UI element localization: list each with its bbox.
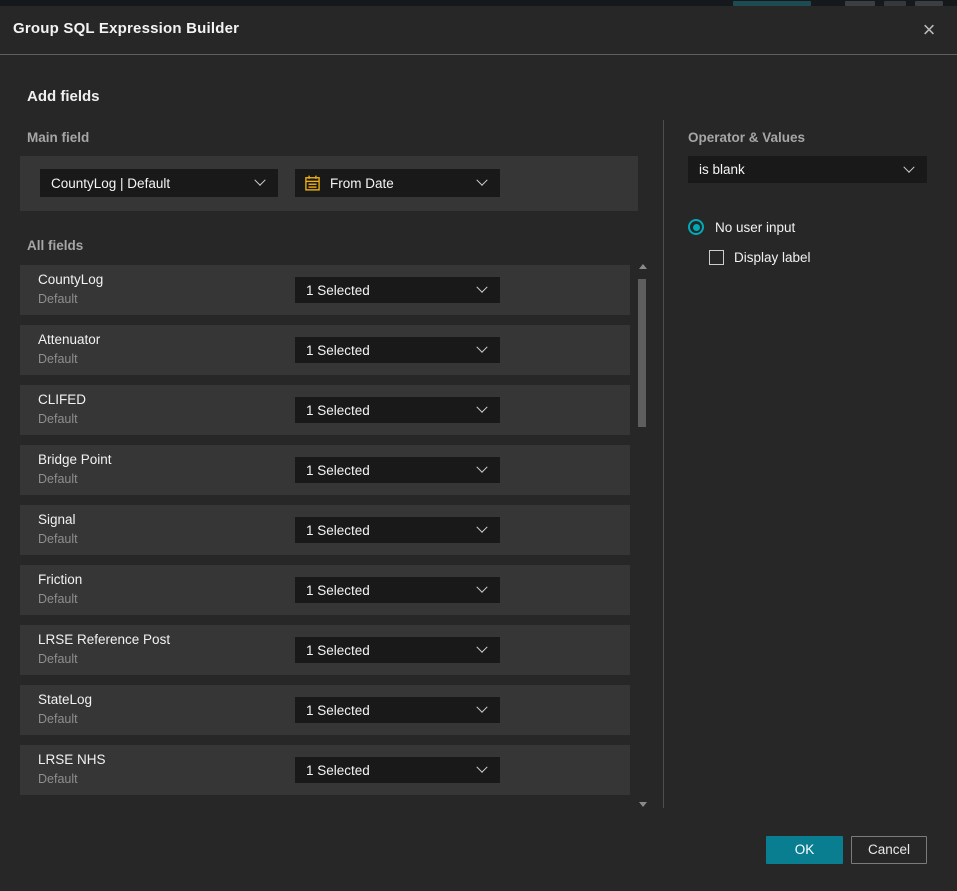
field-name: StateLog: [38, 692, 92, 707]
field-row-countylog: CountyLog Default 1 Selected: [20, 265, 630, 315]
field-selection-value: 1 Selected: [295, 703, 478, 718]
field-selection-value: 1 Selected: [295, 763, 478, 778]
field-selection-value: 1 Selected: [295, 403, 478, 418]
field-selection-dropdown[interactable]: 1 Selected: [295, 757, 500, 783]
field-row-clifed: CLIFED Default 1 Selected: [20, 385, 630, 435]
chevron-down-icon: [476, 762, 487, 773]
cancel-button[interactable]: Cancel: [851, 836, 927, 864]
main-field-date-dropdown[interactable]: From Date: [295, 169, 500, 197]
field-selection-dropdown[interactable]: 1 Selected: [295, 637, 500, 663]
operator-value: is blank: [688, 162, 905, 177]
field-row-statelog: StateLog Default 1 Selected: [20, 685, 630, 735]
field-selection-value: 1 Selected: [295, 283, 478, 298]
field-name: CLIFED: [38, 392, 86, 407]
field-row-signal: Signal Default 1 Selected: [20, 505, 630, 555]
field-sublabel: Default: [38, 292, 78, 306]
field-selection-dropdown[interactable]: 1 Selected: [295, 517, 500, 543]
scrollbar-thumb[interactable]: [638, 279, 646, 427]
field-selection-dropdown[interactable]: 1 Selected: [295, 577, 500, 603]
no-user-input-label: No user input: [715, 220, 795, 235]
field-sublabel: Default: [38, 592, 78, 606]
operator-values-heading: Operator & Values: [688, 130, 805, 145]
field-selection-dropdown[interactable]: 1 Selected: [295, 397, 500, 423]
main-field-panel: CountyLog | Default From Date: [20, 156, 638, 211]
chevron-down-icon: [476, 642, 487, 653]
field-selection-dropdown[interactable]: 1 Selected: [295, 337, 500, 363]
field-name: Attenuator: [38, 332, 100, 347]
checkbox-unchecked-icon: [709, 250, 724, 265]
field-name: LRSE Reference Post: [38, 632, 170, 647]
chevron-down-icon: [476, 402, 487, 413]
main-field-date-value: From Date: [321, 176, 478, 191]
field-selection-dropdown[interactable]: 1 Selected: [295, 697, 500, 723]
list-scrollbar[interactable]: [636, 258, 650, 809]
field-sublabel: Default: [38, 772, 78, 786]
field-name: CountyLog: [38, 272, 103, 287]
scroll-down-icon[interactable]: [639, 802, 647, 807]
field-sublabel: Default: [38, 532, 78, 546]
chevron-down-icon: [476, 342, 487, 353]
field-sublabel: Default: [38, 412, 78, 426]
main-field-label: Main field: [27, 130, 89, 145]
chevron-down-icon: [476, 282, 487, 293]
chevron-down-icon: [476, 582, 487, 593]
field-row-lrse-reference-post: LRSE Reference Post Default 1 Selected: [20, 625, 630, 675]
field-sublabel: Default: [38, 712, 78, 726]
field-selection-value: 1 Selected: [295, 583, 478, 598]
chevron-down-icon: [476, 462, 487, 473]
field-name: Signal: [38, 512, 76, 527]
field-name: Bridge Point: [38, 452, 112, 467]
field-selection-value: 1 Selected: [295, 463, 478, 478]
scroll-up-icon[interactable]: [639, 264, 647, 269]
chevron-down-icon: [476, 522, 487, 533]
chevron-down-icon: [903, 161, 914, 172]
field-name: Friction: [38, 572, 82, 587]
screen: Group SQL Expression Builder × Add field…: [0, 0, 957, 891]
main-field-source-value: CountyLog | Default: [40, 176, 256, 191]
add-fields-heading: Add fields: [27, 88, 100, 105]
field-selection-value: 1 Selected: [295, 343, 478, 358]
radio-selected-icon: [688, 219, 704, 235]
ok-button[interactable]: OK: [766, 836, 843, 864]
calendar-date-icon: [304, 175, 321, 192]
chevron-down-icon: [476, 702, 487, 713]
field-selection-dropdown[interactable]: 1 Selected: [295, 277, 500, 303]
field-row-friction: Friction Default 1 Selected: [20, 565, 630, 615]
dialog-header: Group SQL Expression Builder ×: [0, 6, 957, 55]
field-row-lrse-nhs: LRSE NHS Default 1 Selected: [20, 745, 630, 795]
field-sublabel: Default: [38, 652, 78, 666]
field-sublabel: Default: [38, 472, 78, 486]
dialog-title: Group SQL Expression Builder: [13, 20, 239, 37]
field-row-attenuator: Attenuator Default 1 Selected: [20, 325, 630, 375]
chevron-down-icon: [254, 175, 265, 186]
field-name: LRSE NHS: [38, 752, 106, 767]
main-field-source-dropdown[interactable]: CountyLog | Default: [40, 169, 278, 197]
chevron-down-icon: [476, 175, 487, 186]
no-user-input-radio[interactable]: No user input: [688, 219, 795, 235]
field-selection-dropdown[interactable]: 1 Selected: [295, 457, 500, 483]
field-row-bridge-point: Bridge Point Default 1 Selected: [20, 445, 630, 495]
display-label-checkbox[interactable]: Display label: [709, 250, 811, 265]
all-fields-label: All fields: [27, 238, 83, 253]
all-fields-list: CountyLog Default 1 Selected Attenuator …: [20, 265, 630, 803]
display-label-label: Display label: [734, 250, 811, 265]
panel-divider: [663, 120, 664, 808]
group-sql-expression-builder-dialog: Group SQL Expression Builder × Add field…: [0, 6, 957, 891]
close-icon[interactable]: ×: [916, 17, 942, 43]
field-selection-value: 1 Selected: [295, 643, 478, 658]
field-sublabel: Default: [38, 352, 78, 366]
field-selection-value: 1 Selected: [295, 523, 478, 538]
operator-dropdown[interactable]: is blank: [688, 156, 927, 183]
